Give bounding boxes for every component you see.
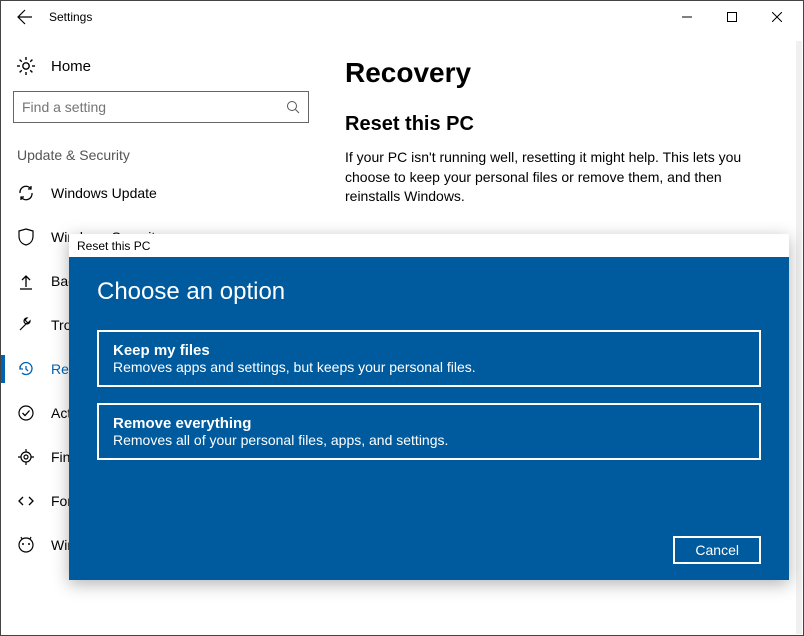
section-body: If your PC isn't running well, resetting…	[345, 148, 779, 207]
cancel-button[interactable]: Cancel	[673, 536, 761, 564]
check-circle-icon	[17, 404, 35, 422]
backup-icon	[17, 272, 35, 290]
history-icon	[17, 360, 35, 378]
close-button[interactable]	[754, 1, 799, 33]
home-label: Home	[51, 58, 91, 75]
page-title: Recovery	[345, 57, 779, 89]
minimize-icon	[682, 12, 692, 22]
maximize-button[interactable]	[709, 1, 754, 33]
sidebar-item-label: Windows Update	[51, 185, 157, 201]
insider-icon	[17, 536, 35, 554]
search-field[interactable]	[22, 99, 286, 115]
option-title: Remove everything	[113, 415, 745, 432]
search-input[interactable]	[13, 91, 309, 123]
option-desc: Removes apps and settings, but keeps you…	[113, 359, 745, 375]
wrench-icon	[17, 316, 35, 334]
reset-dialog: Reset this PC Choose an option Keep my f…	[69, 234, 789, 580]
shield-icon	[17, 228, 35, 246]
sidebar-item-windows-update[interactable]: Windows Update	[13, 171, 309, 215]
dialog-title: Reset this PC	[77, 239, 150, 253]
section-title: Reset this PC	[345, 113, 779, 136]
back-button[interactable]	[5, 1, 45, 33]
option-title: Keep my files	[113, 342, 745, 359]
code-icon	[17, 492, 35, 510]
close-icon	[772, 12, 782, 22]
dialog-titlebar: Reset this PC	[69, 234, 789, 258]
window-title: Settings	[49, 10, 92, 24]
sync-icon	[17, 184, 35, 202]
search-icon	[286, 100, 300, 114]
option-keep-files[interactable]: Keep my files Removes apps and settings,…	[97, 330, 761, 387]
maximize-icon	[727, 12, 737, 22]
scrollbar[interactable]	[796, 41, 802, 634]
window-controls	[664, 1, 799, 33]
category-label: Update & Security	[17, 147, 309, 163]
window-titlebar: Settings	[1, 1, 803, 33]
gear-icon	[17, 57, 35, 75]
option-desc: Removes all of your personal files, apps…	[113, 432, 745, 448]
option-remove-everything[interactable]: Remove everything Removes all of your pe…	[97, 403, 761, 460]
dialog-heading: Choose an option	[97, 278, 761, 306]
location-icon	[17, 448, 35, 466]
back-arrow-icon	[17, 9, 33, 25]
minimize-button[interactable]	[664, 1, 709, 33]
home-button[interactable]: Home	[13, 49, 309, 91]
